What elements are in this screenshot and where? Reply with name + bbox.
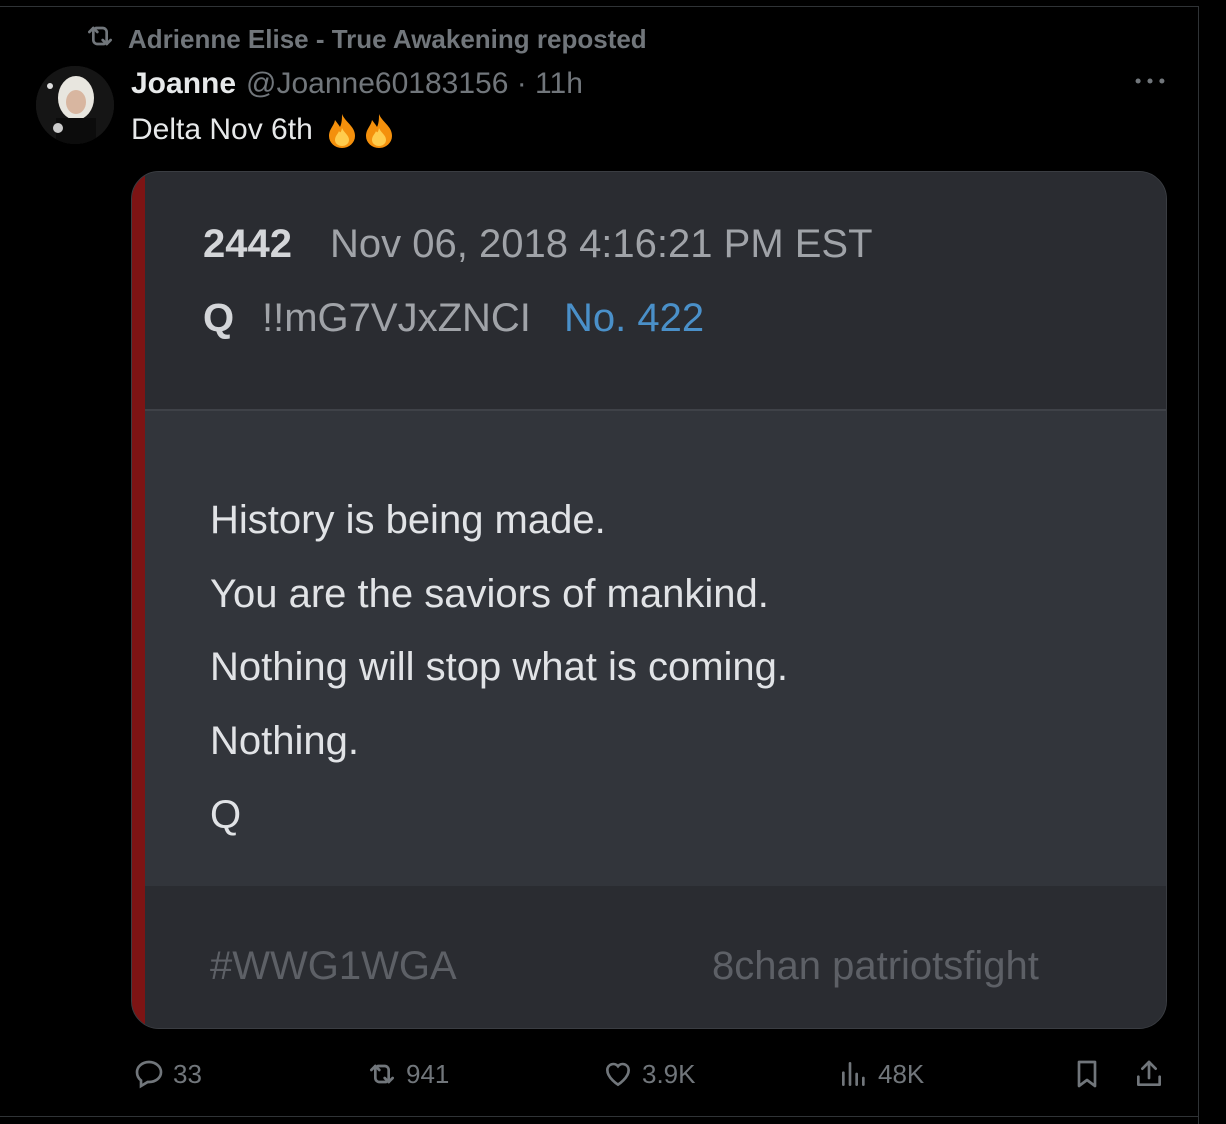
post-date: Nov 06, 2018 4:16:21 PM EST bbox=[330, 222, 873, 266]
post-source: 8chan patriotsfight bbox=[712, 944, 1039, 988]
repost-icon bbox=[370, 1064, 394, 1084]
repost-indicator[interactable]: Adrienne Elise - True Awakening reposted bbox=[84, 22, 647, 56]
bookmark-button[interactable] bbox=[1071, 1052, 1103, 1096]
tweet-text: Delta Nov 6th bbox=[131, 108, 396, 152]
views-button[interactable]: 48K bbox=[838, 1052, 924, 1096]
views-icon bbox=[842, 1062, 865, 1086]
repost-icon bbox=[84, 20, 116, 59]
divider bbox=[0, 1116, 1199, 1117]
post-id: 2442 bbox=[203, 222, 292, 266]
heart-icon bbox=[605, 1062, 631, 1087]
fire-emoji-icon bbox=[328, 114, 355, 148]
bookmark-icon bbox=[1077, 1060, 1097, 1088]
action-bar: 33 941 3.9K 48K bbox=[0, 1052, 1226, 1096]
share-icon bbox=[1137, 1060, 1161, 1086]
post-number: No. 422 bbox=[564, 296, 705, 340]
post-hashtag: #WWG1WGA bbox=[210, 944, 457, 988]
accent-bar bbox=[132, 172, 145, 1028]
post-tripcode: !!mG7VJxZNCI bbox=[262, 296, 531, 340]
post-line: History is being made. bbox=[210, 498, 606, 542]
reply-count: 33 bbox=[173, 1058, 202, 1089]
post-line: Nothing. bbox=[210, 719, 359, 763]
repost-label: Adrienne Elise - True Awakening reposted bbox=[128, 23, 647, 54]
repost-count: 941 bbox=[406, 1058, 450, 1089]
post-author: Q bbox=[203, 296, 235, 340]
tweet-body: Delta Nov 6th bbox=[131, 113, 313, 146]
post-line: Nothing will stop what is coming. bbox=[210, 645, 789, 689]
reply-icon bbox=[135, 1060, 163, 1089]
like-button[interactable]: 3.9K bbox=[602, 1052, 696, 1096]
tweet-header: Joanne @Joanne60183156 · 11h bbox=[131, 64, 583, 104]
avatar[interactable] bbox=[36, 66, 114, 144]
author-name[interactable]: Joanne bbox=[131, 67, 236, 101]
like-count: 3.9K bbox=[642, 1058, 696, 1089]
more-icon bbox=[1133, 73, 1167, 91]
post-header-panel bbox=[145, 172, 1166, 409]
post-line: You are the saviors of mankind. bbox=[210, 572, 769, 616]
views-count: 48K bbox=[878, 1058, 925, 1089]
fire-emoji-icon bbox=[365, 114, 392, 148]
reply-button[interactable]: 33 bbox=[133, 1052, 202, 1096]
author-handle[interactable]: @Joanne60183156 · 11h bbox=[246, 67, 583, 101]
media-image[interactable]: 2442 Nov 06, 2018 4:16:21 PM EST Q !!mG7… bbox=[131, 171, 1167, 1029]
more-button[interactable] bbox=[1130, 66, 1170, 98]
post-line: Q bbox=[210, 793, 242, 837]
share-button[interactable] bbox=[1133, 1052, 1165, 1096]
repost-button[interactable]: 941 bbox=[366, 1052, 449, 1096]
